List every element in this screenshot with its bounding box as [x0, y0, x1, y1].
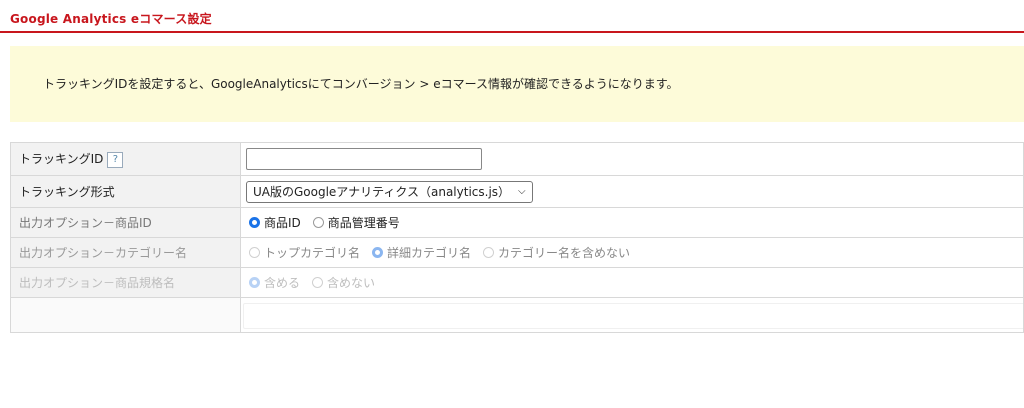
label-cell [10, 297, 241, 333]
row-product-id-option: 出力オプション－商品ID 商品ID 商品管理番号 [10, 207, 1024, 238]
tracking-format-label: トラッキング形式 [19, 185, 115, 199]
radio-selected-icon [372, 247, 384, 258]
faded-textarea[interactable] [243, 303, 1024, 329]
radio-selected-icon [249, 217, 260, 228]
radio-label: 詳細カテゴリ名 [387, 246, 472, 260]
category-radio-group: トップカテゴリ名 詳細カテゴリ名 カテゴリー名を含めない [249, 244, 1023, 261]
radio-top-category[interactable]: トップカテゴリ名 [249, 244, 360, 261]
row-category-option: 出力オプション－カテゴリー名 トップカテゴリ名 詳細カテゴリ名 カテゴリー名を含… [10, 237, 1024, 268]
tracking-id-label: トラッキングID [19, 152, 104, 167]
radio-label: 商品管理番号 [327, 216, 400, 230]
info-notice: トラッキングIDを設定すると、GoogleAnalyticsにてコンバージョン … [10, 46, 1024, 122]
radio-unselected-icon [312, 277, 324, 288]
row-tracking-format: トラッキング形式 UA版のGoogleアナリティクス（analytics.js）… [10, 175, 1024, 208]
label-cell: トラッキング形式 [10, 175, 241, 208]
radio-include[interactable]: 含める [249, 274, 300, 291]
radio-selected-icon [249, 277, 260, 288]
radio-no-category[interactable]: カテゴリー名を含めない [483, 244, 630, 261]
help-icon[interactable]: ? [107, 151, 124, 168]
radio-unselected-icon [249, 247, 260, 258]
page-title: Google Analytics eコマース設定 [10, 12, 212, 26]
row-tracking-id: トラッキングID? [10, 142, 1024, 176]
label-cell: 出力オプション－カテゴリー名 [10, 237, 241, 268]
tracking-format-selected: UA版のGoogleアナリティクス（analytics.js） [253, 185, 511, 199]
notice-text: トラッキングIDを設定すると、GoogleAnalyticsにてコンバージョン … [43, 77, 679, 91]
row-faded [10, 297, 1024, 333]
page-header: Google Analytics eコマース設定 [0, 0, 1024, 33]
tracking-format-select[interactable]: UA版のGoogleアナリティクス（analytics.js） ⌵ [246, 180, 533, 203]
radio-label: カテゴリー名を含めない [498, 246, 631, 260]
value-cell [240, 142, 1024, 176]
radio-label: 商品ID [264, 216, 301, 230]
category-option-label: 出力オプション－カテゴリー名 [19, 246, 188, 260]
value-cell: トップカテゴリ名 詳細カテゴリ名 カテゴリー名を含めない [240, 237, 1024, 268]
row-spec-option: 出力オプション－商品規格名 含める 含めない [10, 267, 1024, 298]
radio-unselected-icon [483, 247, 495, 258]
value-cell: 含める 含めない [240, 267, 1024, 298]
radio-product-id[interactable]: 商品ID [249, 214, 301, 231]
value-cell: UA版のGoogleアナリティクス（analytics.js） ⌵ [240, 175, 1024, 208]
label-cell: 出力オプション－商品ID [10, 207, 241, 238]
value-cell: 商品ID 商品管理番号 [240, 207, 1024, 238]
radio-label: トップカテゴリ名 [264, 246, 361, 260]
chevron-down-icon: ⌵ [518, 186, 526, 197]
radio-label: 含める [264, 276, 301, 290]
label-cell: トラッキングID? [10, 142, 241, 176]
settings-table: トラッキングID? トラッキング形式 UA版のGoogleアナリティクス（ana… [10, 142, 1024, 333]
spec-radio-group: 含める 含めない [249, 274, 1023, 291]
radio-product-code[interactable]: 商品管理番号 [312, 214, 400, 231]
product-id-option-label: 出力オプション－商品ID [19, 216, 152, 230]
radio-unselected-icon [312, 217, 324, 228]
radio-label: 含めない [327, 276, 376, 290]
spec-option-label: 出力オプション－商品規格名 [19, 276, 176, 290]
value-cell [240, 297, 1024, 333]
radio-exclude[interactable]: 含めない [312, 274, 375, 291]
tracking-id-input[interactable] [246, 148, 482, 170]
label-cell: 出力オプション－商品規格名 [10, 267, 241, 298]
radio-detail-category[interactable]: 詳細カテゴリ名 [372, 244, 471, 261]
product-id-radio-group: 商品ID 商品管理番号 [249, 214, 1023, 231]
